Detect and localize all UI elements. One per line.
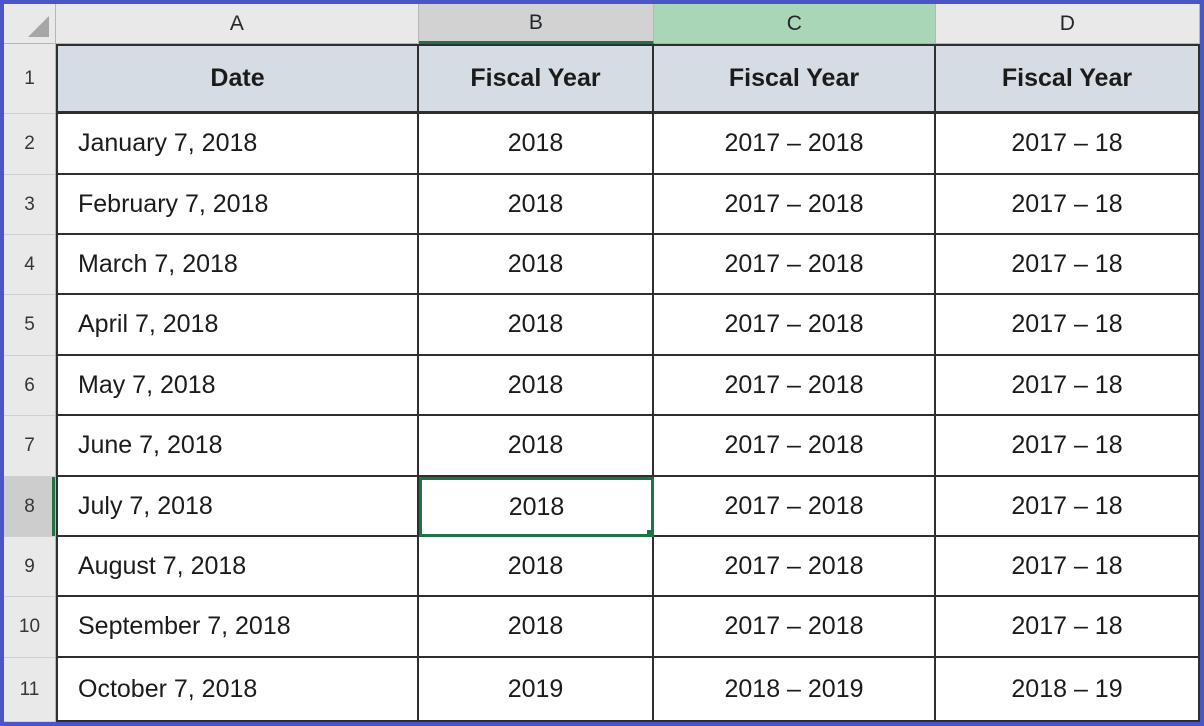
column-header-c[interactable]: C — [654, 4, 936, 44]
row-header-8[interactable]: 8 — [4, 477, 55, 537]
row-header-1[interactable]: 1 — [4, 44, 55, 114]
table-row: October 7, 2018 2019 2018 – 2019 2018 – … — [56, 658, 1200, 722]
cell-a9[interactable]: August 7, 2018 — [56, 537, 419, 597]
cell-b7[interactable]: 2018 — [419, 416, 654, 477]
column-header-d[interactable]: D — [936, 4, 1200, 44]
table-row: March 7, 2018 2018 2017 – 2018 2017 – 18 — [56, 235, 1200, 295]
select-all-button[interactable] — [4, 4, 56, 44]
cells-area: Date Fiscal Year Fiscal Year Fiscal Year… — [56, 44, 1200, 722]
row-header-10[interactable]: 10 — [4, 597, 55, 658]
cell-d11[interactable]: 2018 – 19 — [936, 658, 1200, 722]
cell-d6[interactable]: 2017 – 18 — [936, 356, 1200, 416]
table-row: April 7, 2018 2018 2017 – 2018 2017 – 18 — [56, 295, 1200, 356]
cell-c1[interactable]: Fiscal Year — [654, 44, 936, 114]
cell-a7[interactable]: June 7, 2018 — [56, 416, 419, 477]
fill-handle[interactable] — [646, 529, 651, 534]
cell-c6[interactable]: 2017 – 2018 — [654, 356, 936, 416]
screenshot-frame: A B C D 1 2 3 4 5 6 7 8 9 10 11 Date Fis… — [0, 0, 1204, 726]
cell-a1[interactable]: Date — [56, 44, 419, 114]
cell-b11[interactable]: 2019 — [419, 658, 654, 722]
row-header-7[interactable]: 7 — [4, 416, 55, 477]
cell-a4[interactable]: March 7, 2018 — [56, 235, 419, 295]
cell-b2[interactable]: 2018 — [419, 114, 654, 175]
row-header-6[interactable]: 6 — [4, 356, 55, 416]
cell-d4[interactable]: 2017 – 18 — [936, 235, 1200, 295]
row-header-3[interactable]: 3 — [4, 175, 55, 235]
cell-c11[interactable]: 2018 – 2019 — [654, 658, 936, 722]
cell-b8-selected[interactable]: 2018 — [419, 477, 654, 537]
spreadsheet-grid: A B C D 1 2 3 4 5 6 7 8 9 10 11 Date Fis… — [4, 4, 1200, 722]
row-header-5[interactable]: 5 — [4, 295, 55, 356]
table-row: August 7, 2018 2018 2017 – 2018 2017 – 1… — [56, 537, 1200, 597]
cell-d2[interactable]: 2017 – 18 — [936, 114, 1200, 175]
table-row-selected: July 7, 2018 2018 2017 – 2018 2017 – 18 — [56, 477, 1200, 537]
cell-d10[interactable]: 2017 – 18 — [936, 597, 1200, 658]
cell-c2[interactable]: 2017 – 2018 — [654, 114, 936, 175]
cell-a3[interactable]: February 7, 2018 — [56, 175, 419, 235]
cell-b9[interactable]: 2018 — [419, 537, 654, 597]
column-header-a[interactable]: A — [56, 4, 419, 44]
cell-b6[interactable]: 2018 — [419, 356, 654, 416]
cell-b3[interactable]: 2018 — [419, 175, 654, 235]
cell-a10[interactable]: September 7, 2018 — [56, 597, 419, 658]
cell-d5[interactable]: 2017 – 18 — [936, 295, 1200, 356]
table-row: September 7, 2018 2018 2017 – 2018 2017 … — [56, 597, 1200, 658]
cell-d3[interactable]: 2017 – 18 — [936, 175, 1200, 235]
cell-d1[interactable]: Fiscal Year — [936, 44, 1200, 114]
cell-d7[interactable]: 2017 – 18 — [936, 416, 1200, 477]
cell-c10[interactable]: 2017 – 2018 — [654, 597, 936, 658]
cell-a2[interactable]: January 7, 2018 — [56, 114, 419, 175]
row-header-9[interactable]: 9 — [4, 537, 55, 597]
table-row: June 7, 2018 2018 2017 – 2018 2017 – 18 — [56, 416, 1200, 477]
row-header-4[interactable]: 4 — [4, 235, 55, 295]
cell-c3[interactable]: 2017 – 2018 — [654, 175, 936, 235]
cell-c7[interactable]: 2017 – 2018 — [654, 416, 936, 477]
cell-d8[interactable]: 2017 – 18 — [936, 477, 1200, 537]
column-header-b[interactable]: B — [419, 4, 654, 44]
row-header-column: 1 2 3 4 5 6 7 8 9 10 11 — [4, 44, 56, 722]
table-row: February 7, 2018 2018 2017 – 2018 2017 –… — [56, 175, 1200, 235]
cell-c9[interactable]: 2017 – 2018 — [654, 537, 936, 597]
row-header-2[interactable]: 2 — [4, 114, 55, 175]
cell-b1[interactable]: Fiscal Year — [419, 44, 654, 114]
cell-d9[interactable]: 2017 – 18 — [936, 537, 1200, 597]
table-header-row: Date Fiscal Year Fiscal Year Fiscal Year — [56, 44, 1200, 114]
cell-b4[interactable]: 2018 — [419, 235, 654, 295]
cell-c8[interactable]: 2017 – 2018 — [654, 477, 936, 537]
cell-a11[interactable]: October 7, 2018 — [56, 658, 419, 722]
cell-c5[interactable]: 2017 – 2018 — [654, 295, 936, 356]
cell-a8[interactable]: July 7, 2018 — [56, 477, 419, 537]
table-row: January 7, 2018 2018 2017 – 2018 2017 – … — [56, 114, 1200, 175]
row-header-11[interactable]: 11 — [4, 658, 55, 722]
select-all-triangle-icon — [28, 16, 49, 37]
cell-c4[interactable]: 2017 – 2018 — [654, 235, 936, 295]
table-row: May 7, 2018 2018 2017 – 2018 2017 – 18 — [56, 356, 1200, 416]
cell-b10[interactable]: 2018 — [419, 597, 654, 658]
column-header-band: A B C D — [4, 4, 1200, 44]
cell-b5[interactable]: 2018 — [419, 295, 654, 356]
grid-body: 1 2 3 4 5 6 7 8 9 10 11 Date Fiscal Year… — [4, 44, 1200, 722]
cell-a5[interactable]: April 7, 2018 — [56, 295, 419, 356]
cell-a6[interactable]: May 7, 2018 — [56, 356, 419, 416]
